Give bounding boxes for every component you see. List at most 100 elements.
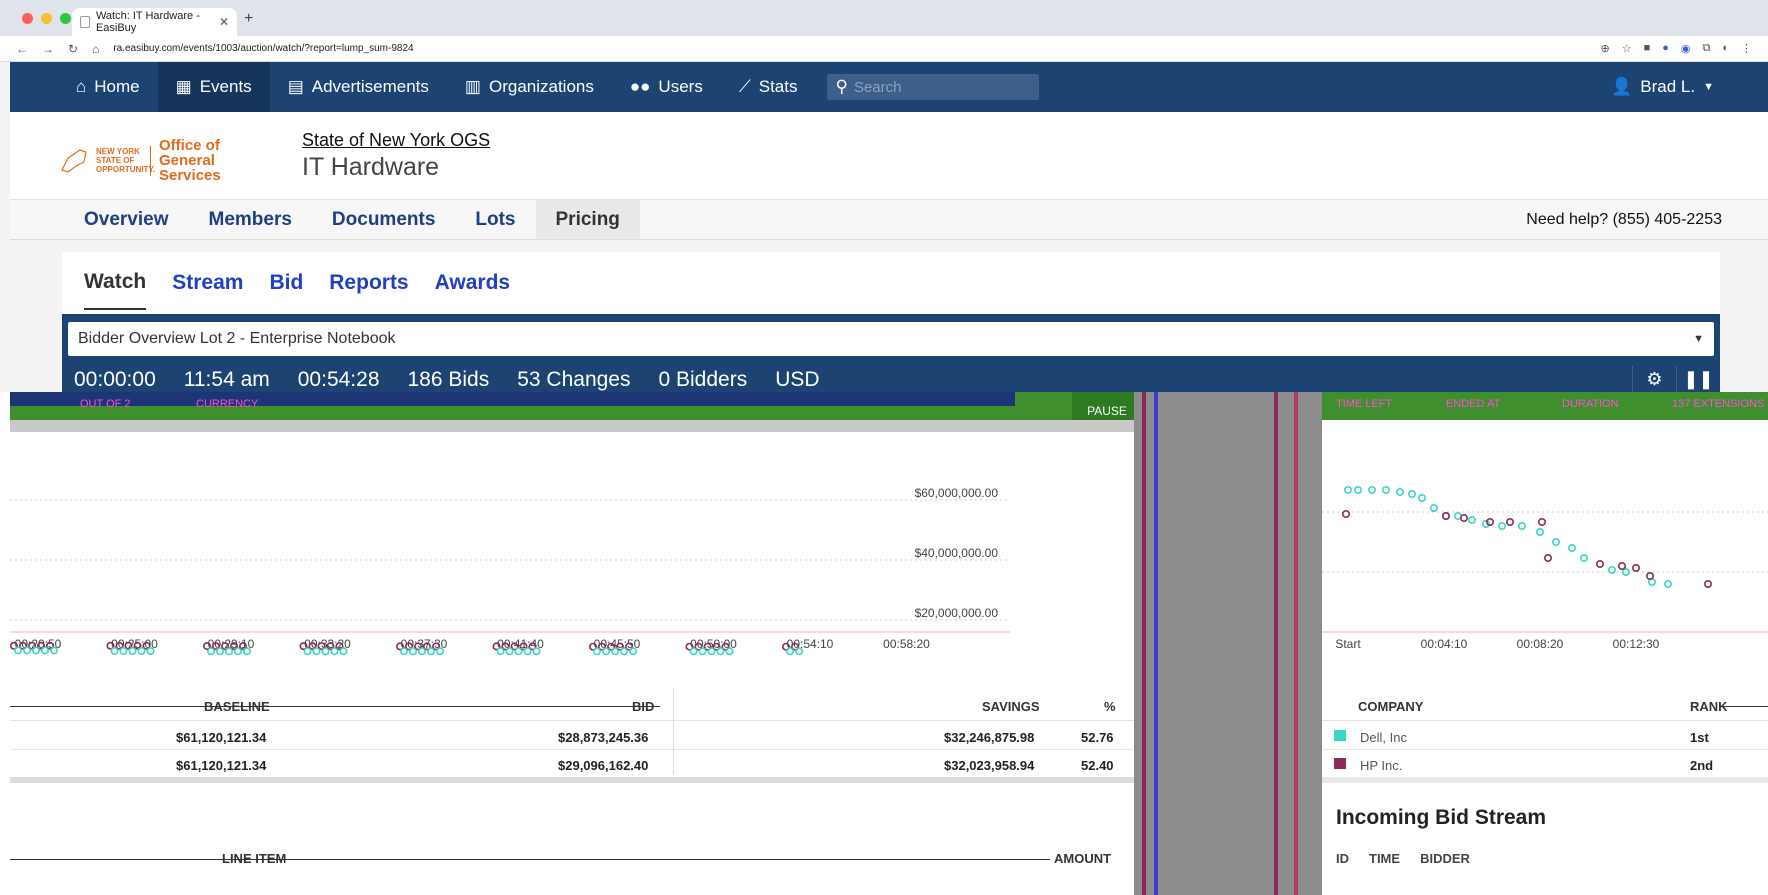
subtab-reports[interactable]: Reports: [329, 271, 408, 295]
data-point: [1617, 562, 1626, 571]
data-point: [1568, 544, 1577, 553]
bid-value: $29,096,162.40: [558, 758, 649, 773]
caret-down-icon: ▼: [1693, 333, 1704, 345]
bid-history-chart: $60,000,000.00 $40,000,000.00 $20,000,000.…: [10, 486, 1010, 656]
calendar-icon: ▦: [175, 77, 192, 96]
id-header: ID: [1336, 851, 1349, 866]
browser-extension-icons: ⊕ ☆ ■ ● ◉ ⧉ ◐ ⋮: [1600, 42, 1752, 55]
nav-organizations[interactable]: ▥ Organizations: [447, 62, 612, 112]
subtab-awards[interactable]: Awards: [435, 271, 510, 295]
nav-advertisements[interactable]: ▤ Advertisements: [270, 62, 447, 112]
back-icon[interactable]: ←: [16, 42, 28, 56]
out-of-label: OUT OF 2: [80, 398, 131, 410]
bookmark-star-icon[interactable]: ☆: [1622, 42, 1632, 55]
nav-ads-label: Advertisements: [311, 77, 429, 96]
search-input[interactable]: [853, 78, 1024, 96]
x-tick-label: 00:58:20: [883, 637, 930, 651]
extension-icon[interactable]: ◉: [1681, 42, 1691, 55]
y-tick-label: $40,000,000.00: [915, 546, 999, 560]
savings-value: $32,246,875.98: [944, 730, 1035, 745]
company-name: Dell, Inc: [1360, 730, 1407, 745]
extensions-label: 137 EXTENSIONS: [1672, 398, 1765, 410]
logo-office-text: Office of General Services: [159, 137, 221, 184]
page-icon: [80, 16, 90, 28]
nav-home[interactable]: ⌂ Home: [58, 62, 158, 112]
home-icon: ⌂: [76, 77, 87, 96]
bid-stream-title: Incoming Bid Stream: [1336, 806, 1547, 829]
forward-icon[interactable]: →: [42, 42, 54, 56]
data-point: [1703, 580, 1712, 589]
time-left-label: TIME LEFT: [1336, 398, 1393, 410]
newspaper-icon: ▤: [287, 77, 304, 96]
zoom-icon[interactable]: ⊕: [1600, 42, 1609, 55]
data-point: [1645, 572, 1654, 581]
url-input[interactable]: ra.easibuy.com/events/1003/auction/watch…: [113, 43, 413, 54]
y-tick-label: $20,000,000.00: [915, 606, 999, 620]
close-window-button[interactable]: [22, 13, 33, 24]
nav-users[interactable]: ●● Users: [612, 62, 721, 112]
company-rank: 2nd: [1690, 758, 1714, 773]
browser-tab[interactable]: Watch: IT Hardware - EasiBuy ✕: [72, 8, 237, 36]
home-icon[interactable]: ⌂: [92, 42, 99, 56]
caret-down-icon: ▼: [1703, 81, 1714, 93]
data-point: [1663, 580, 1672, 589]
bid-stream-headers: ID TIME BIDDER: [1336, 851, 1470, 866]
subtab-stream[interactable]: Stream: [172, 271, 243, 295]
company-name: HP Inc.: [1360, 758, 1403, 773]
line-chart-icon: ⟋: [738, 77, 751, 96]
tab-documents[interactable]: Documents: [312, 200, 455, 239]
browser-menu-icon[interactable]: ⋮: [1741, 42, 1752, 55]
data-point: [1595, 560, 1604, 569]
browser-tab-bar: Watch: IT Hardware - EasiBuy ✕ +: [0, 0, 1768, 36]
subtab-bid[interactable]: Bid: [269, 271, 303, 295]
tab-members[interactable]: Members: [189, 200, 312, 239]
watch-toolbar: ⚙ ❚❚: [1632, 366, 1720, 392]
bidders-count: 0 Bidders: [658, 368, 748, 391]
pause-icon[interactable]: ❚❚: [1676, 366, 1720, 392]
x-tick-label: 00:08:20: [1517, 637, 1564, 651]
extension-icon[interactable]: ■: [1644, 42, 1651, 55]
ended-at-label: ENDED AT: [1446, 398, 1501, 410]
pause-button[interactable]: PAUSE: [1072, 392, 1142, 420]
time-left-value: 00:00:00: [74, 368, 156, 391]
y-tick-label: $60,000,000.00: [915, 486, 999, 500]
bids-count: 186 Bids: [407, 368, 490, 391]
subtab-watch[interactable]: Watch: [84, 270, 147, 310]
nav-events[interactable]: ▦ Events: [157, 62, 270, 112]
user-menu[interactable]: 👤 Brad L. ▼: [1611, 77, 1714, 97]
savings-header: SAVINGS: [982, 699, 1040, 714]
duration-value: 00:54:28: [297, 368, 380, 391]
data-point: [1367, 485, 1376, 494]
tab-overview[interactable]: Overview: [64, 200, 189, 239]
close-tab-icon[interactable]: ✕: [219, 15, 229, 29]
window-controls[interactable]: [22, 13, 71, 24]
address-bar: ← → ↻ ⌂ ra.easibuy.com/events/1003/aucti…: [0, 36, 1768, 62]
nav-stats[interactable]: ⟋ Stats: [721, 62, 816, 112]
org-name-link[interactable]: State of New York OGS: [302, 130, 490, 151]
extension-icon[interactable]: ●: [1662, 42, 1669, 55]
data-point: [1538, 518, 1547, 527]
maximize-window-button[interactable]: [60, 13, 71, 24]
profile-icon[interactable]: ◐: [1722, 42, 1729, 55]
help-phone: Need help? (855) 405-2253: [1526, 210, 1722, 228]
tab-lots[interactable]: Lots: [455, 200, 535, 239]
minimize-window-button[interactable]: [41, 13, 52, 24]
tab-pricing[interactable]: Pricing: [535, 200, 640, 239]
org-header: NEW YORK STATE OF OPPORTUNITY. Office of…: [10, 112, 1768, 200]
lot-select[interactable]: Bidder Overview Lot 2 - Enterprise Noteb…: [68, 322, 1714, 356]
company-rank: 1st: [1690, 730, 1709, 745]
data-point: [1468, 516, 1477, 525]
new-tab-button[interactable]: +: [244, 10, 253, 28]
data-point: [1631, 564, 1640, 573]
data-point: [1579, 554, 1588, 563]
settings-gear-icon[interactable]: ⚙: [1632, 366, 1676, 392]
currency-value: USD: [775, 368, 820, 391]
extensions-puzzle-icon[interactable]: ⧉: [1702, 42, 1710, 55]
data-point: [1552, 538, 1561, 547]
pricing-subtabs: Watch Stream Bid Reports Awards: [62, 252, 1720, 314]
x-tick-label: 00:04:10: [1421, 637, 1468, 651]
search-box[interactable]: ⚲: [827, 74, 1040, 100]
reload-icon[interactable]: ↻: [68, 42, 78, 56]
render-artifact: [1134, 392, 1322, 895]
data-point: [1381, 485, 1390, 494]
